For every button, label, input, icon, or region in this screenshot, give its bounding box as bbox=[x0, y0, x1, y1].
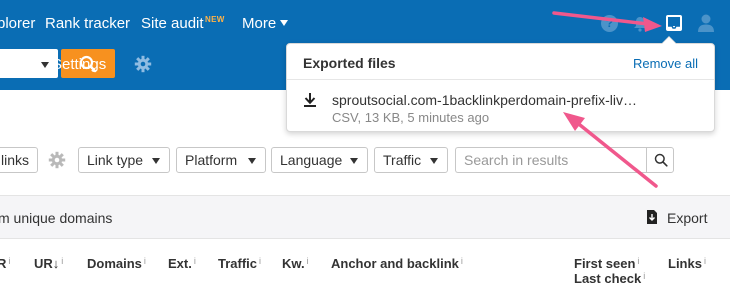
traffic-label: Traffic bbox=[383, 152, 422, 168]
nav-item-explorer[interactable]: plorer bbox=[0, 15, 35, 32]
exported-file-meta: CSV, 13 KB, 5 minutes ago bbox=[332, 110, 490, 125]
nav-item-site-audit[interactable]: Site audit bbox=[141, 15, 204, 32]
exported-files-header: Exported files Remove all bbox=[287, 44, 714, 80]
column-header-first-seen[interactable]: First seen i bbox=[574, 256, 639, 271]
column-header-ext[interactable]: Ext. i bbox=[168, 256, 196, 271]
column-label: First seen bbox=[574, 256, 636, 271]
user-icon[interactable] bbox=[697, 13, 715, 38]
info-icon: i bbox=[306, 256, 309, 266]
export-icon[interactable] bbox=[646, 210, 658, 224]
platform-label: Platform bbox=[185, 152, 238, 168]
mode-select[interactable] bbox=[0, 49, 58, 78]
column-label: Last check bbox=[574, 271, 642, 286]
remove-all-link[interactable]: Remove all bbox=[633, 56, 698, 71]
gear-icon[interactable] bbox=[48, 151, 66, 169]
info-icon: i bbox=[193, 256, 196, 266]
column-header-domains[interactable]: Domains i bbox=[87, 256, 146, 271]
column-header-last-check[interactable]: Last check i bbox=[574, 271, 645, 286]
links-filter-label: links bbox=[1, 152, 30, 168]
bell-icon[interactable] bbox=[633, 16, 647, 37]
exported-files-title: Exported files bbox=[303, 55, 396, 71]
info-icon: i bbox=[703, 256, 706, 266]
sort-desc-icon: ↓ bbox=[52, 256, 60, 271]
info-icon: i bbox=[643, 271, 646, 281]
chevron-down-icon bbox=[350, 158, 358, 164]
column-header-keywords[interactable]: Kw. i bbox=[282, 256, 309, 271]
column-label: Traffic bbox=[218, 256, 258, 271]
exported-file-item[interactable]: sproutsocial.com-1backlinkperdomain-pref… bbox=[287, 81, 714, 131]
results-summary: m unique domains bbox=[0, 210, 113, 226]
chevron-down-icon bbox=[280, 20, 288, 26]
search-in-results-input[interactable]: Search in results bbox=[455, 147, 647, 173]
language-filter[interactable]: Language bbox=[271, 147, 368, 173]
info-icon: i bbox=[143, 256, 146, 266]
chevron-down-icon bbox=[41, 62, 49, 68]
top-navigation-bar: plorer Rank tracker Site audit NEW More … bbox=[0, 0, 730, 45]
chevron-down-icon bbox=[152, 158, 160, 164]
help-icon[interactable]: ? bbox=[601, 15, 618, 32]
column-label: Links bbox=[668, 256, 702, 271]
link-type-filter[interactable]: Link type bbox=[78, 147, 170, 173]
download-icon[interactable] bbox=[303, 92, 317, 108]
search-in-results-button[interactable] bbox=[646, 147, 674, 173]
exported-files-panel: Exported files Remove all sproutsocial.c… bbox=[286, 36, 715, 132]
chevron-down-icon bbox=[430, 158, 438, 164]
column-label: R bbox=[0, 256, 7, 271]
nav-item-more[interactable]: More bbox=[242, 15, 276, 32]
info-icon: i bbox=[259, 256, 262, 266]
column-header-traffic[interactable]: Traffic i bbox=[218, 256, 261, 271]
links-filter-button[interactable]: links bbox=[0, 147, 38, 173]
info-icon: i bbox=[460, 256, 463, 266]
info-icon: i bbox=[637, 256, 640, 266]
info-icon: i bbox=[61, 256, 64, 266]
chevron-down-icon bbox=[248, 158, 256, 164]
nav-item-rank-tracker[interactable]: Rank tracker bbox=[45, 15, 130, 32]
column-header-ur[interactable]: UR↓ i bbox=[34, 256, 63, 271]
column-header-links[interactable]: Links i bbox=[668, 256, 706, 271]
info-icon: i bbox=[8, 256, 11, 266]
link-type-label: Link type bbox=[87, 152, 144, 168]
inbox-icon[interactable] bbox=[664, 13, 684, 38]
column-label: Domains bbox=[87, 256, 142, 271]
column-label: Anchor and backlink bbox=[331, 256, 459, 271]
platform-filter[interactable]: Platform bbox=[176, 147, 266, 173]
column-label: Kw. bbox=[282, 256, 305, 271]
export-button[interactable]: Export bbox=[667, 210, 707, 226]
column-label: UR bbox=[34, 256, 53, 271]
column-label: Ext. bbox=[168, 256, 192, 271]
settings-link[interactable]: Settings bbox=[52, 56, 106, 73]
column-header-anchor-backlink[interactable]: Anchor and backlink i bbox=[331, 256, 463, 271]
column-header-dr[interactable]: Ri bbox=[0, 256, 10, 271]
results-info-bar: m unique domains Export bbox=[0, 195, 730, 239]
language-label: Language bbox=[280, 152, 343, 168]
new-badge: NEW bbox=[205, 15, 225, 24]
gear-icon[interactable] bbox=[134, 55, 152, 73]
exported-file-name[interactable]: sproutsocial.com-1backlinkperdomain-pref… bbox=[332, 92, 637, 108]
traffic-filter[interactable]: Traffic bbox=[374, 147, 448, 173]
search-icon bbox=[654, 153, 668, 167]
